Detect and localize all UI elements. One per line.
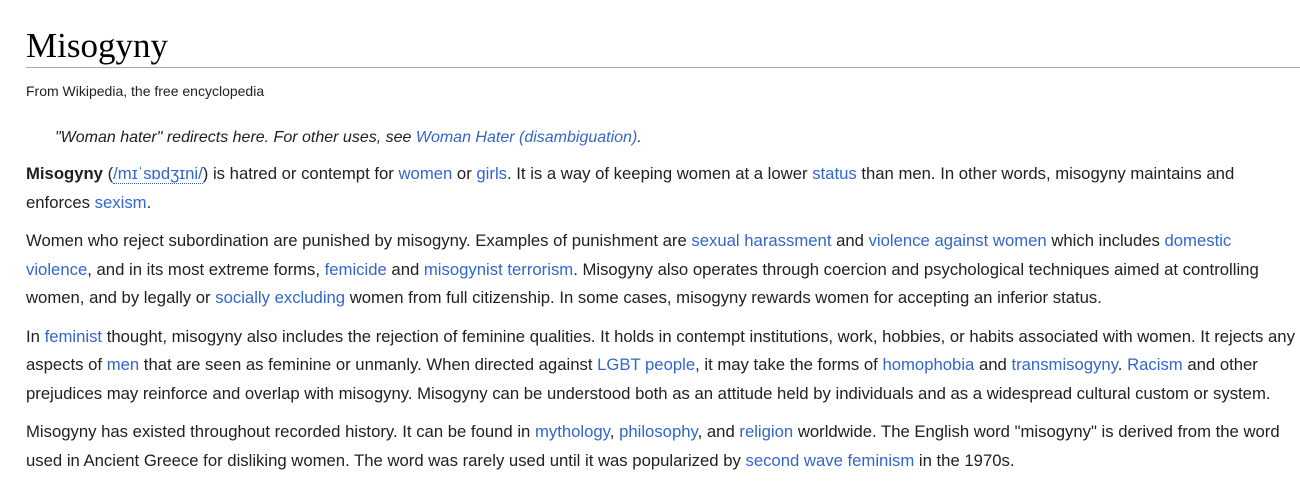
text: and: [831, 231, 869, 250]
tagline: From Wikipedia, the free encyclopedia: [26, 83, 265, 99]
lead-term: Misogyny: [26, 164, 103, 183]
link-feminist[interactable]: feminist: [45, 327, 103, 346]
text: , and: [697, 422, 740, 441]
paragraph-4: Misogyny has existed throughout recorded…: [26, 418, 1300, 475]
text: or: [452, 164, 477, 183]
link-second-wave-feminism[interactable]: second wave feminism: [745, 451, 914, 470]
text: .: [1117, 355, 1128, 374]
page-title: Misogyny: [26, 0, 1300, 68]
text: Women who reject subordination are punis…: [26, 231, 692, 250]
article: Misogyny From Wikipedia, the free encycl…: [0, 0, 1300, 475]
link-mythology[interactable]: mythology: [535, 422, 610, 441]
text: Misogyny has existed throughout recorded…: [26, 422, 535, 441]
link-philosophy[interactable]: philosophy: [619, 422, 698, 441]
hatnote: "Woman hater" redirects here. For other …: [55, 127, 1300, 149]
link-girls[interactable]: girls: [476, 164, 507, 183]
text: that are seen as feminine or unmanly. Wh…: [139, 355, 598, 374]
ipa-pronunciation-link[interactable]: /mɪˈsɒdʒɪni/: [113, 164, 203, 184]
link-racism[interactable]: Racism: [1127, 355, 1183, 374]
link-lgbt-people[interactable]: LGBT people: [597, 355, 695, 374]
link-men[interactable]: men: [107, 355, 139, 374]
text: ,: [609, 422, 620, 441]
text: , it may take the forms of: [695, 355, 883, 374]
text: In: [26, 326, 45, 346]
hatnote-text: "Woman hater" redirects here. For other …: [55, 129, 416, 146]
link-sexism[interactable]: sexism: [95, 193, 147, 212]
link-femicide[interactable]: femicide: [325, 260, 387, 279]
text: in the 1970s.: [914, 450, 1015, 470]
link-misogynist-terrorism[interactable]: misogynist terrorism: [424, 260, 573, 279]
link-violence-against-women[interactable]: violence against women: [869, 231, 1047, 250]
hatnote-end: .: [637, 129, 642, 146]
text: . It is a way of keeping women at a lowe…: [507, 164, 813, 183]
text: which includes: [1046, 231, 1165, 250]
link-homophobia[interactable]: homophobia: [882, 355, 974, 374]
link-transmisogyny[interactable]: transmisogyny: [1011, 355, 1117, 374]
link-status[interactable]: status: [812, 164, 857, 183]
paragraph-1: Misogyny (/mɪˈsɒdʒɪni/) is hatred or con…: [26, 160, 1300, 217]
text: , and in its most extreme forms,: [87, 259, 325, 279]
link-women[interactable]: women: [398, 164, 452, 183]
text: and: [974, 355, 1012, 374]
paragraph-3: In feminist thought, misogyny also inclu…: [26, 323, 1300, 409]
text: women from full citizenship. In some cas…: [345, 288, 1102, 307]
text: (: [102, 164, 114, 183]
link-religion[interactable]: religion: [739, 422, 793, 441]
paragraph-2: Women who reject subordination are punis…: [26, 227, 1300, 313]
text: .: [146, 192, 152, 212]
hatnote-link[interactable]: Woman Hater (disambiguation): [416, 129, 637, 146]
text: ) is hatred or contempt for: [202, 164, 399, 183]
text: and: [386, 259, 424, 279]
link-sexual-harassment[interactable]: sexual harassment: [691, 231, 831, 250]
link-socially-excluding[interactable]: socially excluding: [215, 288, 345, 307]
